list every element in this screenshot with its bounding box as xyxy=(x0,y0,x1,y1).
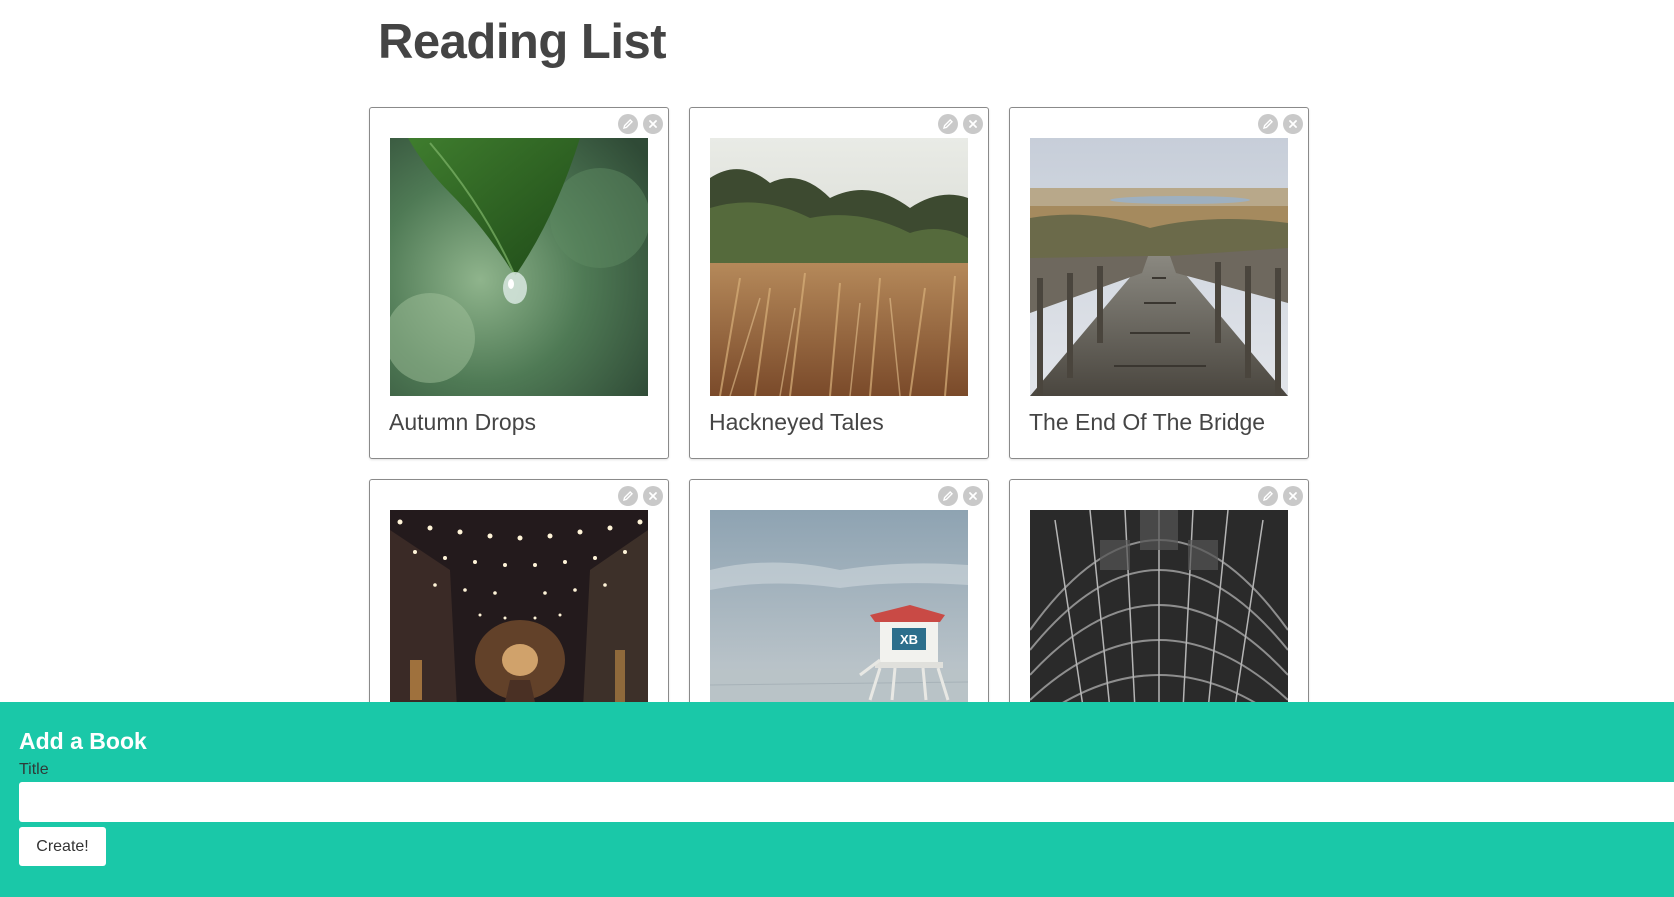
add-book-heading: Add a Book xyxy=(19,728,147,754)
pencil-icon xyxy=(943,491,953,501)
book-card: The End Of The Bridge xyxy=(1009,107,1309,459)
delete-book-button[interactable] xyxy=(643,114,663,134)
page-title: Reading List xyxy=(378,15,667,69)
delete-book-button[interactable] xyxy=(1283,114,1303,134)
delete-book-button[interactable] xyxy=(1283,486,1303,506)
edit-book-button[interactable] xyxy=(1258,486,1278,506)
close-icon xyxy=(969,492,977,500)
book-cover-image xyxy=(390,138,648,396)
book-cover-image xyxy=(1030,138,1288,396)
book-cover-image xyxy=(710,138,968,396)
title-input[interactable] xyxy=(19,782,1674,822)
close-icon xyxy=(1289,120,1297,128)
title-label: Title xyxy=(19,761,49,778)
book-card: Autumn Drops xyxy=(369,107,669,459)
card-actions xyxy=(618,486,663,506)
book-card: Hackneyed Tales xyxy=(689,107,989,459)
book-title: Hackneyed Tales xyxy=(709,409,884,435)
pencil-icon xyxy=(943,119,953,129)
close-icon xyxy=(649,492,657,500)
book-title: Autumn Drops xyxy=(389,409,537,435)
close-icon xyxy=(969,120,977,128)
svg-text:XB: XB xyxy=(900,632,918,647)
card-actions xyxy=(938,486,983,506)
edit-book-button[interactable] xyxy=(618,114,638,134)
pencil-icon xyxy=(623,491,633,501)
card-actions xyxy=(1258,486,1303,506)
pencil-icon xyxy=(1263,491,1273,501)
edit-book-button[interactable] xyxy=(1258,114,1278,134)
delete-book-button[interactable] xyxy=(643,486,663,506)
close-icon xyxy=(1289,492,1297,500)
delete-book-button[interactable] xyxy=(963,114,983,134)
card-actions xyxy=(618,114,663,134)
card-actions xyxy=(1258,114,1303,134)
book-title: The End Of The Bridge xyxy=(1029,409,1266,435)
pencil-icon xyxy=(1263,119,1273,129)
close-icon xyxy=(649,120,657,128)
create-button[interactable]: Create! xyxy=(19,827,106,866)
edit-book-button[interactable] xyxy=(938,486,958,506)
card-actions xyxy=(938,114,983,134)
delete-book-button[interactable] xyxy=(963,486,983,506)
edit-book-button[interactable] xyxy=(938,114,958,134)
pencil-icon xyxy=(623,119,633,129)
edit-book-button[interactable] xyxy=(618,486,638,506)
